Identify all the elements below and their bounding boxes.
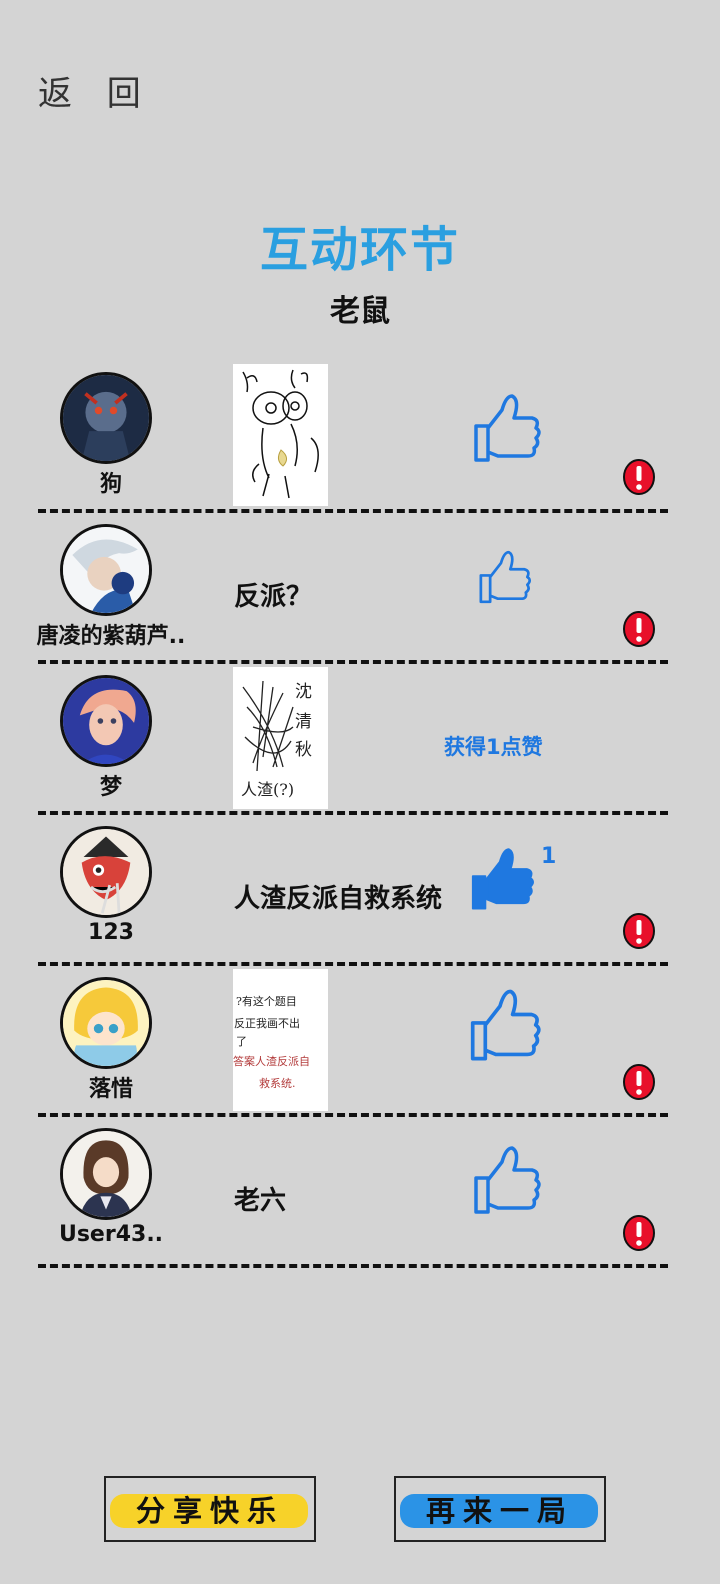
replay-button-label: 再来一局: [425, 1494, 574, 1528]
avatar[interactable]: [60, 977, 152, 1069]
player-name: 梦: [99, 775, 122, 800]
report-icon[interactable]: [622, 1214, 656, 1252]
row-divider: [38, 509, 668, 513]
report-icon[interactable]: [622, 1063, 656, 1101]
drawing-line: 反正我画不出: [234, 1016, 300, 1030]
like-outline-icon[interactable]: [462, 388, 542, 468]
like-outline-icon[interactable]: [470, 546, 532, 608]
player-name: 狗: [99, 472, 122, 497]
guess-word: 老鼠: [330, 294, 390, 329]
player-row: 梦 沈清秋人渣(?) 获得1点赞: [0, 665, 720, 817]
drawing-line: 答案人渣反派自: [233, 1054, 310, 1068]
likes-received-label: 获得1点赞: [444, 735, 543, 759]
share-button[interactable]: 分享快乐: [104, 1476, 316, 1542]
row-divider: [38, 660, 668, 664]
player-name: 落惜: [88, 1077, 133, 1102]
answer-text: 反派？: [234, 582, 313, 612]
player-name: 123: [88, 920, 134, 945]
player-row: User43.. 老六: [0, 1118, 720, 1270]
avatar[interactable]: [60, 1128, 152, 1220]
like-outline-icon[interactable]: [462, 1140, 542, 1220]
player-name: 唐凌的紫葫芦..: [36, 624, 186, 649]
player-row: 123 人渣反派自救系统 1: [0, 816, 720, 968]
drawing-line: 了: [236, 1035, 247, 1048]
answer-text: 老六: [234, 1186, 287, 1216]
avatar[interactable]: [60, 372, 152, 464]
player-row: 落惜 ?有这个题目 反正我画不出了答案人渣反派自救系统.: [0, 967, 720, 1119]
replay-button[interactable]: 再来一局: [394, 1476, 606, 1542]
avatar[interactable]: [60, 826, 152, 918]
page-title: 互动环节: [259, 222, 460, 278]
back-button[interactable]: 返 回: [38, 66, 153, 115]
answer-drawing[interactable]: [233, 364, 328, 506]
row-divider: [38, 1264, 668, 1268]
player-name: User43..: [58, 1222, 164, 1247]
row-divider: [38, 811, 668, 815]
like-outline-icon[interactable]: [458, 983, 542, 1067]
drawing-char: 清: [295, 712, 312, 732]
avatar[interactable]: [60, 675, 152, 767]
answer-text: 人渣反派自救系统: [234, 884, 443, 914]
like-count: 1: [541, 844, 557, 869]
player-row: 唐凌的紫葫芦.. 反派？: [0, 514, 720, 666]
drawing-line: ?有这个题目: [236, 994, 297, 1008]
answer-drawing[interactable]: ?有这个题目 反正我画不出了答案人渣反派自救系统.: [233, 969, 328, 1111]
report-icon[interactable]: [622, 610, 656, 648]
player-row: 狗: [0, 362, 720, 514]
row-divider: [38, 962, 668, 966]
drawing-char: 秋: [295, 740, 312, 760]
like-filled-icon[interactable]: [462, 842, 534, 914]
answer-drawing[interactable]: 沈清秋人渣(?): [233, 667, 328, 809]
drawing-char: 人渣(?): [241, 780, 294, 799]
report-icon[interactable]: [622, 912, 656, 950]
share-button-label: 分享快乐: [135, 1494, 284, 1528]
drawing-char: 沈: [295, 682, 312, 702]
drawing-line: 救系统.: [259, 1076, 296, 1090]
row-divider: [38, 1113, 668, 1117]
report-icon[interactable]: [622, 458, 656, 496]
avatar[interactable]: [60, 524, 152, 616]
